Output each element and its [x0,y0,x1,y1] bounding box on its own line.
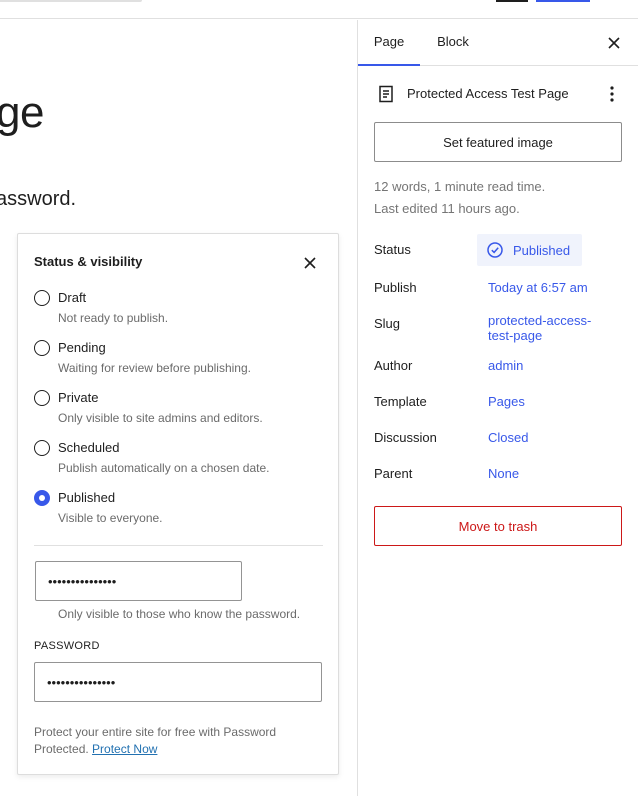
discussion-label: Discussion [374,430,437,445]
page-document-icon [374,82,398,106]
password-field[interactable] [34,662,322,702]
tab-block[interactable]: Block [422,20,484,66]
status-value: Published [513,243,571,258]
slug-label: Slug [374,316,401,331]
visibility-password-input[interactable] [35,561,242,601]
toolbar-dark-button[interactable] [496,0,528,2]
parent-link[interactable]: None [488,466,519,481]
sidebar-tabs: Page Block [358,20,638,66]
password-protected-promo: Protect your entire site for free with P… [34,724,314,758]
slug-link[interactable]: protected-access- test-page [488,313,591,343]
command-search-bar[interactable] [0,0,142,2]
status-label: Status [374,242,411,257]
author-link[interactable]: admin [488,358,523,373]
publish-label: Publish [374,280,417,295]
discussion-link[interactable]: Closed [488,430,528,445]
status-toggle-button[interactable]: Published [477,234,582,266]
radio-pending[interactable] [34,340,50,356]
status-option-label: Published [58,490,116,505]
page-paragraph-fragment[interactable]: assword. [0,188,76,211]
slug-line-2: test-page [488,328,543,343]
status-visibility-popover: Status & visibility Draft Not ready to p… [17,233,339,775]
word-count: 12 words, 1 minute read time. [374,179,546,194]
status-option-help: Waiting for review before publishing. [58,361,251,375]
status-option-help: Visible to everyone. [58,511,163,525]
popover-title: Status & visibility [34,254,143,269]
parent-label: Parent [374,466,413,481]
protect-now-link[interactable]: Protect Now [92,742,157,756]
status-option-label: Pending [58,340,106,355]
status-option-help: Not ready to publish. [58,311,169,325]
popover-divider [34,545,323,546]
radio-published[interactable] [34,490,50,506]
radio-private[interactable] [34,390,50,406]
last-edited: Last edited 11 hours ago. [374,201,520,216]
more-vertical-icon[interactable] [600,82,624,106]
slug-line-1: protected-access- [488,313,592,328]
settings-sidebar: Page Block Protected Access Test Page Se… [357,20,638,796]
status-option-label: Draft [58,290,87,305]
publish-date-link[interactable]: Today at 6:57 am [488,280,588,295]
status-option-label: Private [58,390,99,405]
page-title-fragment[interactable]: ge [0,88,44,138]
status-option-help: Publish automatically on a chosen date. [58,461,270,475]
editor-top-bar [0,0,638,19]
move-to-trash-button[interactable]: Move to trash [374,506,622,546]
published-check-icon [487,242,503,258]
set-featured-image-button[interactable]: Set featured image [374,122,622,162]
status-option-label: Scheduled [58,440,120,455]
close-icon [608,37,620,49]
password-label: PASSWORD [34,640,100,652]
popover-close-button[interactable] [298,251,322,275]
password-visibility-help: Only visible to those who know the passw… [58,607,301,621]
tab-page[interactable]: Page [358,20,420,66]
sidebar-close-button[interactable] [602,31,626,55]
template-link[interactable]: Pages [488,394,525,409]
document-summary: Protected Access Test Page [374,82,624,106]
radio-scheduled[interactable] [34,440,50,456]
document-title: Protected Access Test Page [407,86,569,101]
close-icon [304,257,316,269]
save-button[interactable] [536,0,590,2]
radio-draft[interactable] [34,290,50,306]
status-option-help: Only visible to site admins and editors. [58,411,263,425]
template-label: Template [374,394,427,409]
author-label: Author [374,358,413,373]
